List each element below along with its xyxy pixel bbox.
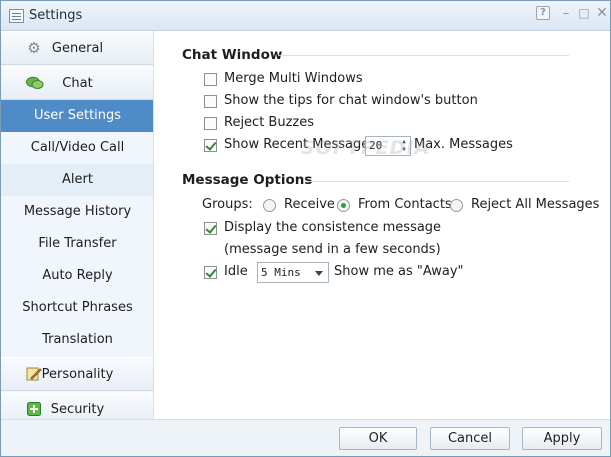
sidebar-category-general[interactable]: ⚙ General	[1, 31, 153, 65]
chat-window-section-title: Chat Window	[182, 47, 283, 63]
section-divider	[279, 55, 569, 56]
sidebar-category-label: Security	[50, 402, 105, 417]
sidebar-item-message-history[interactable]: Message History	[1, 196, 153, 228]
display-consistence-checkbox[interactable]	[204, 222, 217, 235]
help-button[interactable]: ?	[536, 6, 550, 20]
sidebar-category-label: Personality	[41, 367, 114, 382]
apply-button[interactable]: Apply	[522, 427, 602, 450]
close-button[interactable]: ✕	[593, 5, 610, 22]
maximize-button[interactable]: □	[575, 5, 593, 22]
idle-duration-select[interactable]: 5 Mins	[257, 262, 329, 283]
groups-from-contacts-label: From Contacts	[358, 197, 452, 212]
sidebar-item-alert[interactable]: Alert	[1, 164, 153, 196]
sidebar-category-label: Chat	[62, 76, 93, 91]
sidebar-category-label: General	[51, 41, 104, 56]
dialog-footer: OK Cancel Apply	[1, 419, 610, 456]
sidebar-item-file-transfer[interactable]: File Transfer	[1, 228, 153, 260]
window-title: Settings	[29, 8, 83, 23]
show-tips-checkbox[interactable]	[204, 95, 217, 108]
sidebar-item-translation[interactable]: Translation	[1, 324, 153, 356]
settings-window: Settings ? – □ ✕ ⚙ General Chat User Set…	[0, 0, 611, 457]
idle-label: Idle	[224, 264, 248, 279]
section-divider	[307, 181, 569, 182]
ok-button[interactable]: OK	[339, 427, 417, 450]
consistence-note: (message send in a few seconds)	[224, 242, 441, 257]
settings-window-icon	[9, 9, 24, 23]
merge-multi-windows-checkbox[interactable]	[204, 73, 217, 86]
softpedia-watermark: SOFTPEDIA	[301, 137, 431, 159]
groups-receive-label: Receive	[284, 197, 335, 212]
groups-reject-all-radio[interactable]	[450, 199, 463, 212]
show-tips-label: Show the tips for chat window's button	[224, 93, 478, 108]
sidebar-category-chat[interactable]: Chat	[1, 66, 153, 100]
reject-buzzes-checkbox[interactable]	[204, 117, 217, 130]
sidebar-item-user-settings[interactable]: User Settings	[1, 100, 153, 132]
reject-buzzes-label: Reject Buzzes	[224, 115, 315, 130]
groups-reject-all-label: Reject All Messages	[471, 197, 600, 212]
minimize-button[interactable]: –	[557, 5, 575, 22]
settings-sidebar: ⚙ General Chat User Settings Call/Video …	[1, 31, 154, 419]
sidebar-item-shortcut-phrases[interactable]: Shortcut Phrases	[1, 292, 153, 324]
idle-checkbox[interactable]	[204, 266, 217, 279]
groups-label: Groups:	[202, 197, 253, 212]
idle-duration-value: 5 Mins	[261, 266, 301, 279]
sidebar-item-call-video-call[interactable]: Call/Video Call	[1, 132, 153, 164]
sidebar-item-auto-reply[interactable]: Auto Reply	[1, 260, 153, 292]
sidebar-category-personality[interactable]: Personality	[1, 357, 153, 391]
message-options-section-title: Message Options	[182, 172, 313, 188]
sidebar-category-security[interactable]: Security	[1, 392, 153, 419]
cancel-button[interactable]: Cancel	[430, 427, 510, 450]
groups-receive-radio[interactable]	[263, 199, 276, 212]
title-bar: Settings ? – □ ✕	[1, 1, 610, 31]
display-consistence-label: Display the consistence message	[224, 220, 442, 235]
merge-multi-windows-label: Merge Multi Windows	[224, 71, 363, 86]
show-away-label: Show me as "Away"	[334, 264, 464, 279]
groups-from-contacts-radio[interactable]	[337, 199, 350, 212]
show-recent-messages-checkbox[interactable]	[204, 139, 217, 152]
chevron-down-icon	[315, 271, 323, 276]
